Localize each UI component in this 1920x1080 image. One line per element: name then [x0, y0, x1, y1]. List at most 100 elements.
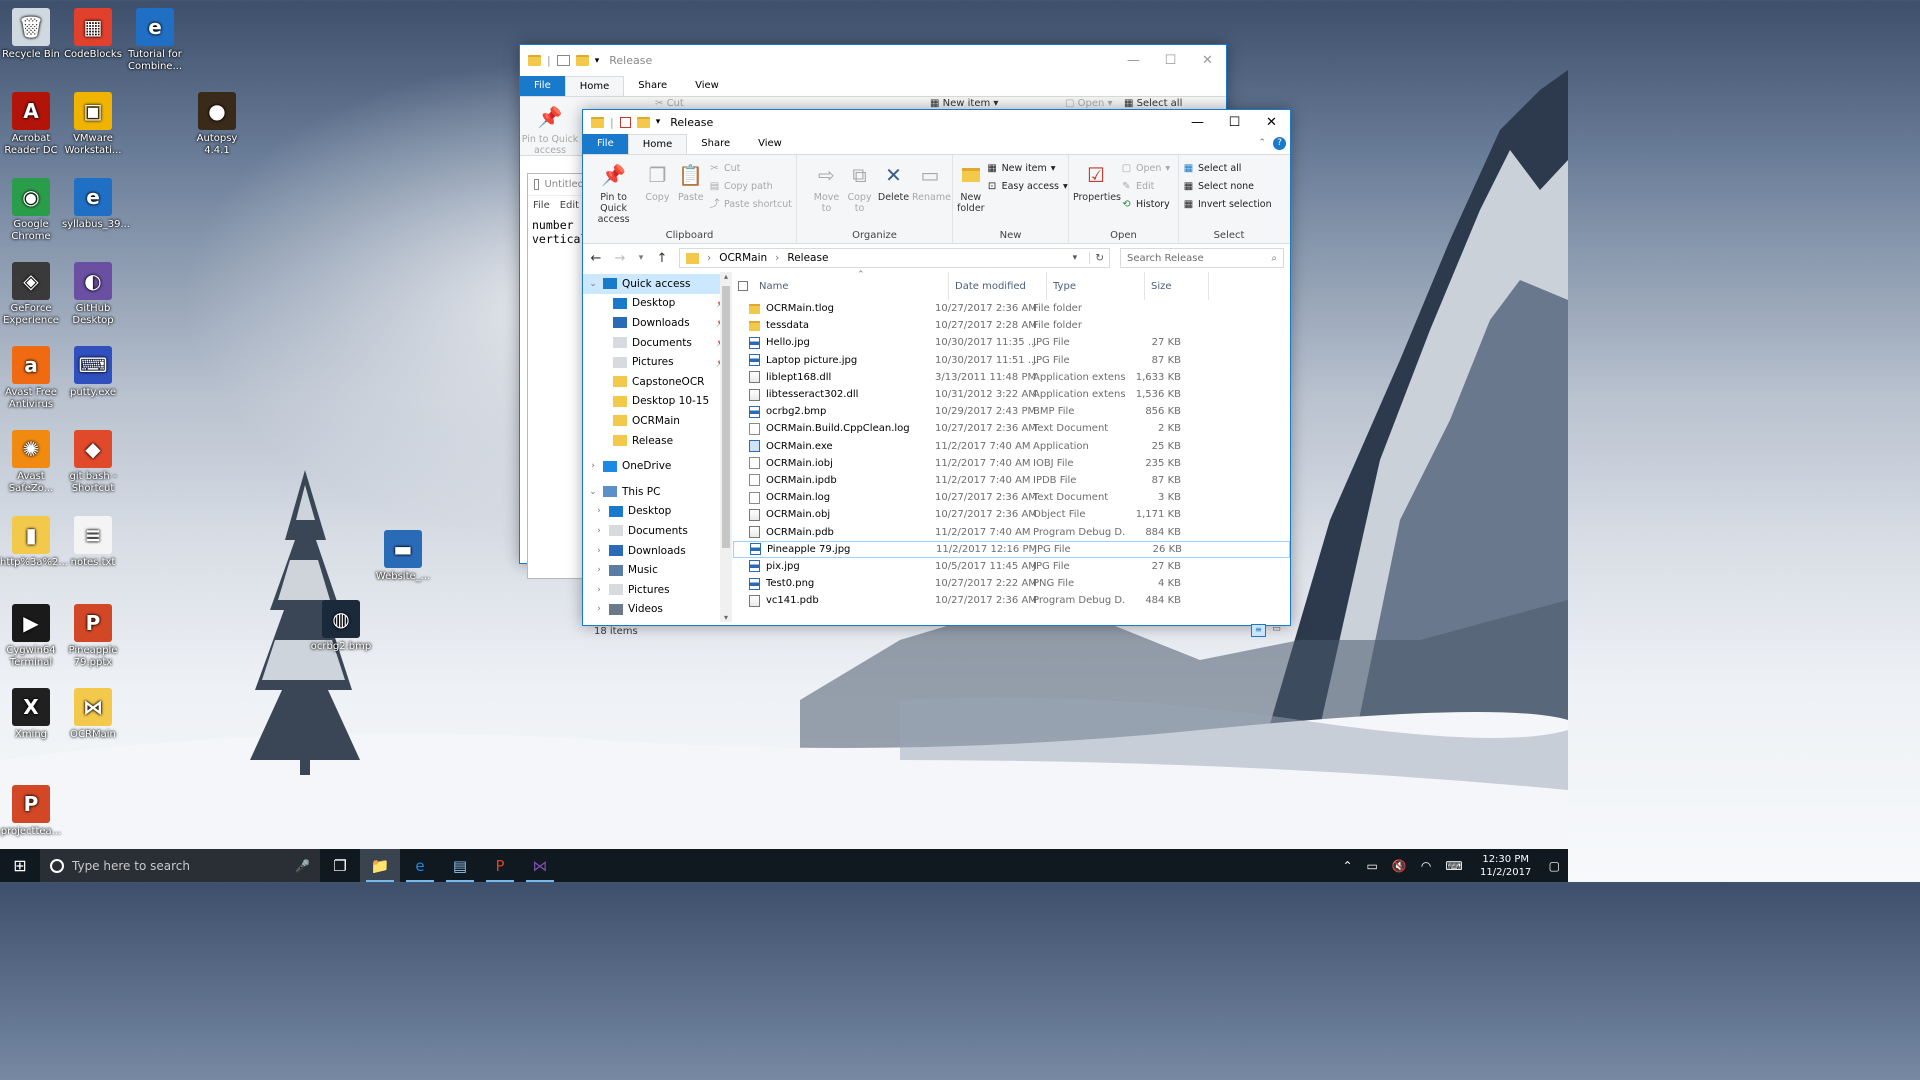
chevron-icon[interactable]: ›: [593, 506, 605, 516]
nav-item[interactable]: › Documents: [583, 521, 732, 541]
start-button[interactable]: ⊞: [0, 849, 40, 882]
desktop-shortcut[interactable]: ◉ Google Chrome: [0, 178, 62, 243]
file-row[interactable]: pix.jpg 10/5/2017 11:45 AM JPG File 27 KB: [733, 558, 1290, 575]
nav-scrollbar[interactable]: ▴ ▾: [720, 272, 732, 622]
copy-button[interactable]: ❐ Copy: [642, 159, 672, 227]
desktop-shortcut[interactable]: Pprojecttea...: [0, 785, 62, 838]
desktop-shortcut[interactable]: ● Autopsy 4.4.1: [186, 92, 248, 157]
desktop-shortcut[interactable]: ▮ http%3a%2...: [0, 516, 68, 569]
nav-this-pc[interactable]: ⌄ This PC: [583, 482, 732, 502]
back-window-titlebar[interactable]: | ▾ Release — ☐ ✕: [520, 45, 1226, 76]
select-all-checkbox[interactable]: [733, 272, 753, 300]
nav-item[interactable]: › Videos: [583, 600, 732, 620]
column-type[interactable]: Type: [1047, 272, 1145, 300]
desktop-shortcut[interactable]: ◆ git bash - Shortcut: [62, 430, 124, 495]
nav-item[interactable]: OCRMain: [583, 411, 732, 431]
desktop-shortcut[interactable]: ⋈ OCRMain: [62, 688, 124, 741]
minimize-icon[interactable]: —: [1179, 110, 1216, 134]
nav-item[interactable]: Desktop📌: [583, 294, 732, 314]
tab-share[interactable]: Share: [687, 134, 744, 154]
nav-quick-access[interactable]: ⌄ Quick access: [583, 274, 732, 294]
menu-edit[interactable]: Edit: [560, 200, 579, 211]
tab-share[interactable]: Share: [624, 76, 681, 96]
paste-shortcut-button[interactable]: ⤴ Paste shortcut: [709, 197, 792, 211]
close-icon[interactable]: ✕: [1189, 45, 1226, 76]
desktop-shortcut[interactable]: a Avast Free Antivirus: [0, 346, 62, 411]
nav-item[interactable]: › Music: [583, 560, 732, 580]
new-folder-button[interactable]: New folder: [957, 159, 985, 227]
back-arrow-icon[interactable]: ←: [589, 251, 603, 266]
file-row[interactable]: Hello.jpg 10/30/2017 11:35 ... JPG File 27 …: [733, 334, 1290, 351]
tab-view[interactable]: View: [681, 76, 733, 96]
chevron-icon[interactable]: ›: [593, 526, 605, 536]
delete-button[interactable]: ✕ Delete: [877, 159, 910, 227]
nav-onedrive[interactable]: › OneDrive: [583, 456, 732, 476]
details-view-icon[interactable]: ≡: [1251, 624, 1266, 637]
address-bar[interactable]: › OCRMain › Release ▾ ↻: [679, 248, 1110, 268]
tab-view[interactable]: View: [744, 134, 796, 154]
large-icons-view-icon[interactable]: ▭: [1269, 624, 1284, 637]
chevron-icon[interactable]: ›: [593, 604, 605, 614]
chevron-icon[interactable]: ›: [587, 461, 599, 471]
battery-icon[interactable]: ▭: [1367, 859, 1378, 873]
collapse-ribbon-icon[interactable]: ⌃: [1258, 138, 1266, 148]
nav-item[interactable]: Release: [583, 431, 732, 451]
desktop-shortcut[interactable]: ≡ notes.txt: [62, 516, 124, 569]
edit-button[interactable]: ✎ Edit: [1121, 179, 1170, 193]
select-all-button[interactable]: ▦ Select all: [1183, 161, 1272, 175]
easy-access-button[interactable]: ⊡ Easy access ▾: [987, 179, 1068, 193]
file-row[interactable]: libtesseract302.dll 10/31/2012 3:22 AM App…: [733, 386, 1290, 403]
tab-file[interactable]: File: [520, 76, 565, 96]
tab-file[interactable]: File: [583, 134, 628, 154]
wifi-icon[interactable]: ◠: [1421, 859, 1431, 873]
scroll-down-icon[interactable]: ▾: [720, 613, 732, 622]
taskbar-file-explorer[interactable]: 📁: [360, 849, 400, 882]
nav-item[interactable]: Pictures📌: [583, 352, 732, 372]
file-row[interactable]: OCRMain.tlog 10/27/2017 2:36 AM File folde…: [733, 300, 1290, 317]
copy-path-button[interactable]: ▤ Copy path: [709, 179, 792, 193]
open-button[interactable]: ▢ Open ▾: [1121, 161, 1170, 175]
search-input[interactable]: Search Release ⌕: [1120, 248, 1284, 268]
notepad-window[interactable]: Untitled File Edit number vertical: [527, 173, 587, 579]
desktop-shortcut[interactable]: ◈ GeForce Experience: [0, 262, 62, 327]
breadcrumb-ocrmain[interactable]: OCRMain: [719, 252, 767, 264]
properties-button[interactable]: ☑ Properties: [1073, 159, 1121, 227]
file-row[interactable]: OCRMain.iobj 11/2/2017 7:40 AM IOBJ File 23…: [733, 455, 1290, 472]
file-row[interactable]: liblept168.dll 3/13/2011 11:48 PM Applicat…: [733, 369, 1290, 386]
nav-item[interactable]: Desktop 10-15: [583, 392, 732, 412]
select-all-button[interactable]: ▦ Select all: [1124, 98, 1182, 109]
desktop-shortcut[interactable]: ⌨ putty.exe: [62, 346, 124, 399]
help-icon[interactable]: ?: [1273, 137, 1286, 150]
pin-to-quick-access-button[interactable]: 📌 Pin to Quick access: [520, 101, 580, 157]
cut-button[interactable]: ✂ Cut: [709, 161, 792, 175]
taskbar-notepad[interactable]: ▤: [440, 849, 480, 882]
desktop-shortcut[interactable]: ▦ CodeBlocks: [62, 8, 124, 61]
maximize-icon[interactable]: ☐: [1152, 45, 1189, 76]
file-row[interactable]: OCRMain.obj 10/27/2017 2:36 AM Object File…: [733, 506, 1290, 523]
desktop-shortcut[interactable]: ◍ ocrbg2.bmp: [310, 600, 372, 653]
chevron-icon[interactable]: ›: [593, 585, 605, 595]
desktop-shortcut[interactable]: ▬ Website_...: [372, 530, 434, 583]
desktop-shortcut[interactable]: e Tutorial for Combine...: [124, 8, 186, 73]
tab-home[interactable]: Home: [627, 134, 688, 154]
file-row[interactable]: OCRMain.pdb 11/2/2017 7:40 AM Program Debu…: [733, 523, 1290, 540]
column-name[interactable]: Name: [753, 272, 949, 300]
taskbar-visual-studio[interactable]: ⋈: [520, 849, 560, 882]
desktop-shortcut[interactable]: ✺ Avast SafeZo...: [0, 430, 62, 495]
volume-muted-icon[interactable]: 🔇: [1392, 859, 1407, 873]
refresh-icon[interactable]: ↻: [1089, 252, 1109, 264]
up-arrow-icon[interactable]: ↑: [655, 251, 669, 266]
close-icon[interactable]: ✕: [1253, 110, 1290, 134]
file-row[interactable]: OCRMain.exe 11/2/2017 7:40 AM Application 2…: [733, 438, 1290, 455]
taskbar-powerpoint[interactable]: P: [480, 849, 520, 882]
nav-item[interactable]: CapstoneOCR: [583, 372, 732, 392]
open-button[interactable]: ▢ Open ▾: [1065, 98, 1113, 109]
nav-item[interactable]: Documents📌: [583, 333, 732, 353]
invert-selection-button[interactable]: ▦ Invert selection: [1183, 197, 1272, 211]
pin-to-quick-access-button[interactable]: 📌 Pin to Quick access: [587, 159, 640, 227]
copy-to-button[interactable]: ⧉ Copy to: [844, 159, 875, 227]
notepad-titlebar[interactable]: Untitled: [528, 174, 584, 196]
file-row[interactable]: Test0.png 10/27/2017 2:22 AM PNG File 4 KB: [733, 575, 1290, 592]
file-row[interactable]: tessdata 10/27/2017 2:28 AM File folder: [733, 317, 1290, 334]
file-row[interactable]: OCRMain.Build.CppClean.log 10/27/2017 2:3…: [733, 420, 1290, 437]
